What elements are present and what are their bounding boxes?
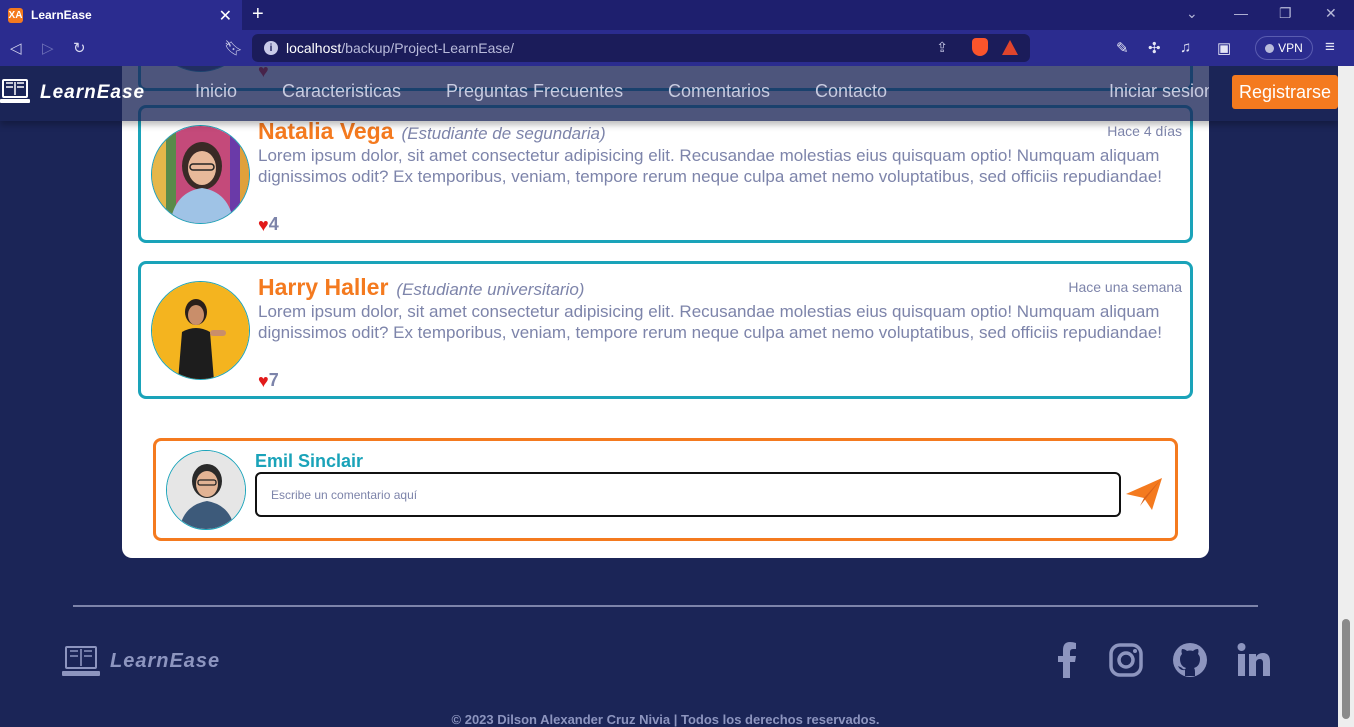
extensions-puzzle-icon[interactable]: ✣ — [1148, 39, 1161, 57]
url-field[interactable]: i localhost /backup/Project-LearnEase/ ⇪ — [252, 34, 1030, 62]
heart-icon[interactable]: ♥ — [258, 372, 269, 390]
nav-link-contacto[interactable]: Contacto — [815, 81, 887, 102]
minimize-icon[interactable]: — — [1234, 5, 1248, 21]
close-tab-icon[interactable]: ✕ — [219, 6, 232, 26]
comment-author: Natalia Vega (Estudiante de segundaria) — [258, 118, 606, 145]
author-name: Harry Haller — [258, 274, 389, 300]
reload-icon[interactable]: ↻ — [73, 39, 86, 57]
vpn-status-icon — [1265, 43, 1275, 53]
author-name: Natalia Vega — [258, 118, 394, 144]
comments-section: ♥ Natalia Vega(Estudiante de se — [122, 66, 1209, 558]
comment-input[interactable] — [255, 472, 1121, 517]
browser-tab[interactable]: XA LearnEase ✕ — [0, 0, 242, 30]
brave-shields-icon[interactable] — [972, 38, 988, 56]
menu-hamburger-icon[interactable]: ≡ — [1325, 37, 1335, 57]
close-window-icon[interactable]: ✕ — [1325, 5, 1337, 22]
instagram-icon[interactable] — [1108, 642, 1144, 678]
back-icon[interactable]: ◁ — [10, 39, 22, 57]
send-icon[interactable] — [1124, 474, 1164, 514]
vpn-label: VPN — [1278, 41, 1303, 55]
register-button[interactable]: Registrarse — [1232, 75, 1338, 109]
page-viewport: ♥ Natalia Vega(Estudiante de se — [0, 66, 1338, 727]
comment-time: Hace una semana — [1068, 279, 1182, 295]
comment-card: Harry Haller (Estudiante universitario) H… — [138, 261, 1193, 399]
site-navbar: LearnEase Inicio Caracteristicas Pregunt… — [0, 66, 1338, 121]
nav-link-inicio[interactable]: Inicio — [195, 81, 237, 102]
restore-icon[interactable]: ❐ — [1279, 5, 1292, 22]
avatar — [166, 450, 246, 530]
comment-text: Lorem ipsum dolor, sit amet consectetur … — [258, 302, 1163, 342]
comment-composer: Emil Sinclair — [153, 438, 1178, 541]
footer-copyright: © 2023 Dilson Alexander Cruz Nivia | Tod… — [451, 712, 880, 727]
vpn-button[interactable]: VPN — [1255, 36, 1313, 60]
comment-card: Natalia Vega (Estudiante de segundaria) H… — [138, 105, 1193, 243]
footer-logo-text[interactable]: LearnEase — [110, 650, 220, 673]
composer-user-name: Emil Sinclair — [255, 451, 364, 471]
url-path: /backup/Project-LearnEase/ — [341, 40, 515, 56]
comment-author: Harry Haller (Estudiante universitario) — [258, 274, 584, 301]
author-role: (Estudiante universitario) — [396, 280, 585, 299]
site-logo-text[interactable]: LearnEase — [40, 82, 145, 104]
avatar — [151, 125, 250, 224]
comment-text: Lorem ipsum dolor, sit amet consectetur … — [258, 146, 1163, 186]
wallet-icon[interactable]: ▣ — [1217, 39, 1231, 57]
like-counter: ♥ 7 — [258, 370, 279, 391]
like-count: 4 — [268, 214, 279, 234]
author-role: (Estudiante de segundaria) — [401, 124, 606, 143]
eyedropper-extension-icon[interactable]: ✎ — [1116, 39, 1129, 57]
xampp-favicon-icon: XA — [8, 7, 23, 23]
book-laptop-logo-icon — [62, 646, 100, 676]
nav-link-comentarios[interactable]: Comentarios — [668, 81, 770, 102]
facebook-icon[interactable] — [1050, 642, 1086, 678]
linkedin-icon[interactable] — [1236, 642, 1272, 678]
site-info-icon[interactable]: i — [264, 41, 278, 55]
login-link[interactable]: Iniciar sesion — [1109, 81, 1209, 102]
github-icon[interactable] — [1172, 642, 1208, 678]
avatar — [151, 281, 250, 380]
url-host: localhost — [286, 40, 342, 56]
nav-link-preguntas[interactable]: Preguntas Frecuentes — [446, 81, 623, 102]
tab-title: LearnEase — [31, 8, 92, 22]
brave-rewards-icon[interactable] — [1002, 40, 1018, 55]
browser-tab-bar: XA LearnEase ✕ + ⌄ — ❐ ✕ — [0, 0, 1354, 30]
media-music-icon[interactable]: ♫ — [1180, 39, 1191, 56]
new-tab-icon[interactable]: + — [252, 3, 264, 26]
scrollbar-thumb[interactable] — [1342, 619, 1350, 719]
like-counter: ♥ 4 — [258, 214, 279, 235]
footer-divider — [73, 605, 1258, 607]
nav-link-caracteristicas[interactable]: Caracteristicas — [282, 81, 401, 102]
page-scrollbar[interactable] — [1338, 66, 1354, 727]
tab-search-chevron-icon[interactable]: ⌄ — [1186, 5, 1198, 22]
comment-time: Hace 4 días — [1107, 123, 1182, 139]
address-bar-row: ◁ ▷ ↻ 🔖︎ i localhost /backup/Project-Lea… — [0, 30, 1354, 66]
forward-icon[interactable]: ▷ — [42, 39, 54, 57]
share-icon[interactable]: ⇪ — [936, 39, 948, 56]
bookmark-icon[interactable]: 🔖︎ — [224, 39, 243, 57]
heart-icon[interactable]: ♥ — [258, 216, 269, 234]
like-count: 7 — [268, 370, 279, 390]
book-laptop-logo-icon — [0, 79, 30, 103]
